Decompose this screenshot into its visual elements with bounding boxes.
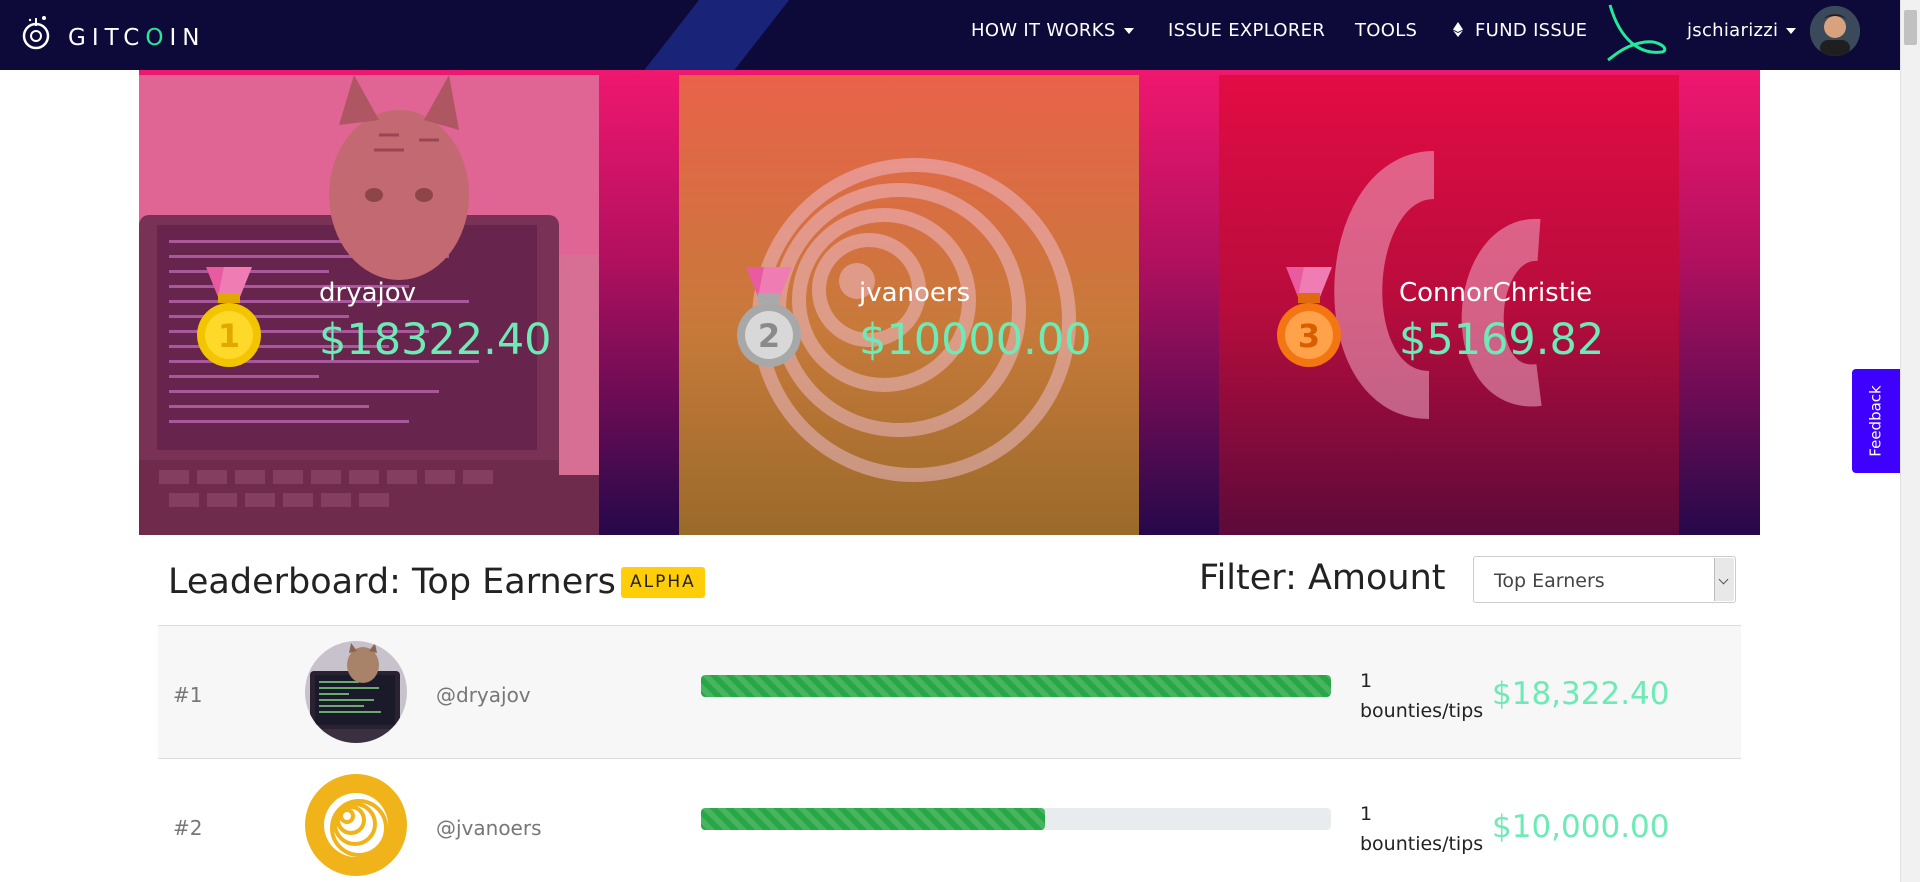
alpha-badge: ALPHA (621, 567, 705, 598)
hero-card-first[interactable]: 1 dryajov $18322.40 (139, 75, 599, 535)
earnings-progress-bar (701, 675, 1331, 697)
chevron-down-icon[interactable] (1714, 558, 1734, 601)
earnings-progress-fill (701, 675, 1331, 697)
feedback-label: Feedback (1867, 385, 1885, 457)
ethereum-icon (1453, 22, 1463, 37)
filter-label: Filter: Amount (1199, 558, 1446, 598)
nav-tools-label: TOOLS (1355, 20, 1418, 41)
row-handle[interactable]: @jvanoers (436, 816, 542, 840)
navbar-decoration (605, 0, 805, 70)
bounty-count-value: 1 (1360, 670, 1373, 692)
row-rank: #2 (173, 816, 203, 840)
top-earners-hero: 1 dryajov $18322.40 2 jvanoers $10000.00 (139, 70, 1760, 535)
bronze-medal-icon: 3 (1277, 267, 1341, 367)
row-bounty-count: 1 bounties/tips (1360, 799, 1483, 859)
hero-card-second[interactable]: 2 jvanoers $10000.00 (679, 75, 1139, 535)
nav-issue-explorer-label: ISSUE EXPLORER (1168, 20, 1326, 41)
leaderboard-filter-select[interactable]: Top Earners (1473, 556, 1736, 603)
bounty-count-label: bounties/tips (1360, 700, 1484, 722)
hero-card-name: ConnorChristie (1399, 278, 1593, 308)
row-earned-amount: $10,000.00 (1492, 809, 1670, 845)
earnings-progress-bar (701, 808, 1331, 830)
table-row[interactable]: #1 @dryajov 1 bounties/tips $18,322.40 (158, 625, 1741, 758)
gitcoin-wordmark: GITCOIN (68, 25, 206, 51)
medal-number: 2 (758, 317, 780, 355)
user-menu[interactable]: jschiarizzi (1687, 20, 1797, 41)
table-row[interactable]: #2 @jvanoers 1 bounties/tips $10,000.00 (158, 758, 1741, 882)
feedback-button[interactable]: Feedback (1852, 369, 1900, 473)
nav-how-it-works[interactable]: HOW IT WORKS (971, 20, 1134, 41)
hero-card-name: jvanoers (859, 278, 971, 308)
chevron-down-icon (1786, 28, 1797, 34)
hero-card-amount: $18322.40 (319, 315, 552, 365)
gold-medal-icon: 1 (197, 267, 261, 367)
nav-fund-issue[interactable]: FUND ISSUE (1453, 20, 1587, 41)
gitcoin-logo[interactable]: GITCOIN (20, 12, 205, 56)
row-handle[interactable]: @dryajov (436, 683, 531, 707)
row-rank: #1 (173, 683, 203, 707)
nav-tools[interactable]: TOOLS (1355, 20, 1417, 41)
page-scrollbar[interactable] (1900, 0, 1920, 882)
chevron-down-icon (1123, 28, 1134, 34)
bounty-count-value: 1 (1360, 803, 1373, 825)
nav-how-it-works-label: HOW IT WORKS (971, 20, 1116, 41)
nav-issue-explorer[interactable]: ISSUE EXPLORER (1168, 20, 1325, 41)
silver-medal-icon: 2 (737, 267, 801, 367)
avatar[interactable] (305, 641, 407, 743)
filter-selected-value: Top Earners (1494, 570, 1605, 592)
leaderboard-title: Leaderboard: Top Earners (168, 562, 616, 602)
top-navbar: GITCOIN HOW IT WORKS ISSUE EXPLORER TOOL… (0, 0, 1900, 70)
squiggle-decoration-icon (1607, 4, 1667, 62)
hero-card-name: dryajov (319, 278, 417, 308)
user-avatar-image (1810, 6, 1860, 56)
row-earned-amount: $18,322.40 (1492, 676, 1670, 712)
scrollbar-thumb[interactable] (1904, 10, 1917, 45)
row-bounty-count: 1 bounties/tips (1360, 666, 1483, 726)
medal-number: 3 (1298, 317, 1320, 355)
medal-number: 1 (218, 317, 240, 355)
bounty-count-label: bounties/tips (1360, 833, 1484, 855)
earnings-progress-fill (701, 808, 1045, 830)
user-avatar[interactable] (1810, 6, 1860, 56)
username-label: jschiarizzi (1687, 20, 1779, 41)
leaderboard-table: #1 @dryajov 1 bounties/tips $18,322.40 #2 (158, 625, 1741, 882)
avatar[interactable] (305, 774, 407, 876)
nav-fund-issue-label: FUND ISSUE (1475, 20, 1588, 41)
hero-card-amount: $10000.00 (859, 315, 1092, 365)
hero-card-amount: $5169.82 (1399, 315, 1605, 365)
rings-avatar (305, 774, 407, 876)
gitcoin-logo-icon (22, 16, 50, 50)
cat-laptop-avatar (305, 641, 407, 743)
hero-card-third[interactable]: 3 ConnorChristie $5169.82 (1219, 75, 1679, 535)
